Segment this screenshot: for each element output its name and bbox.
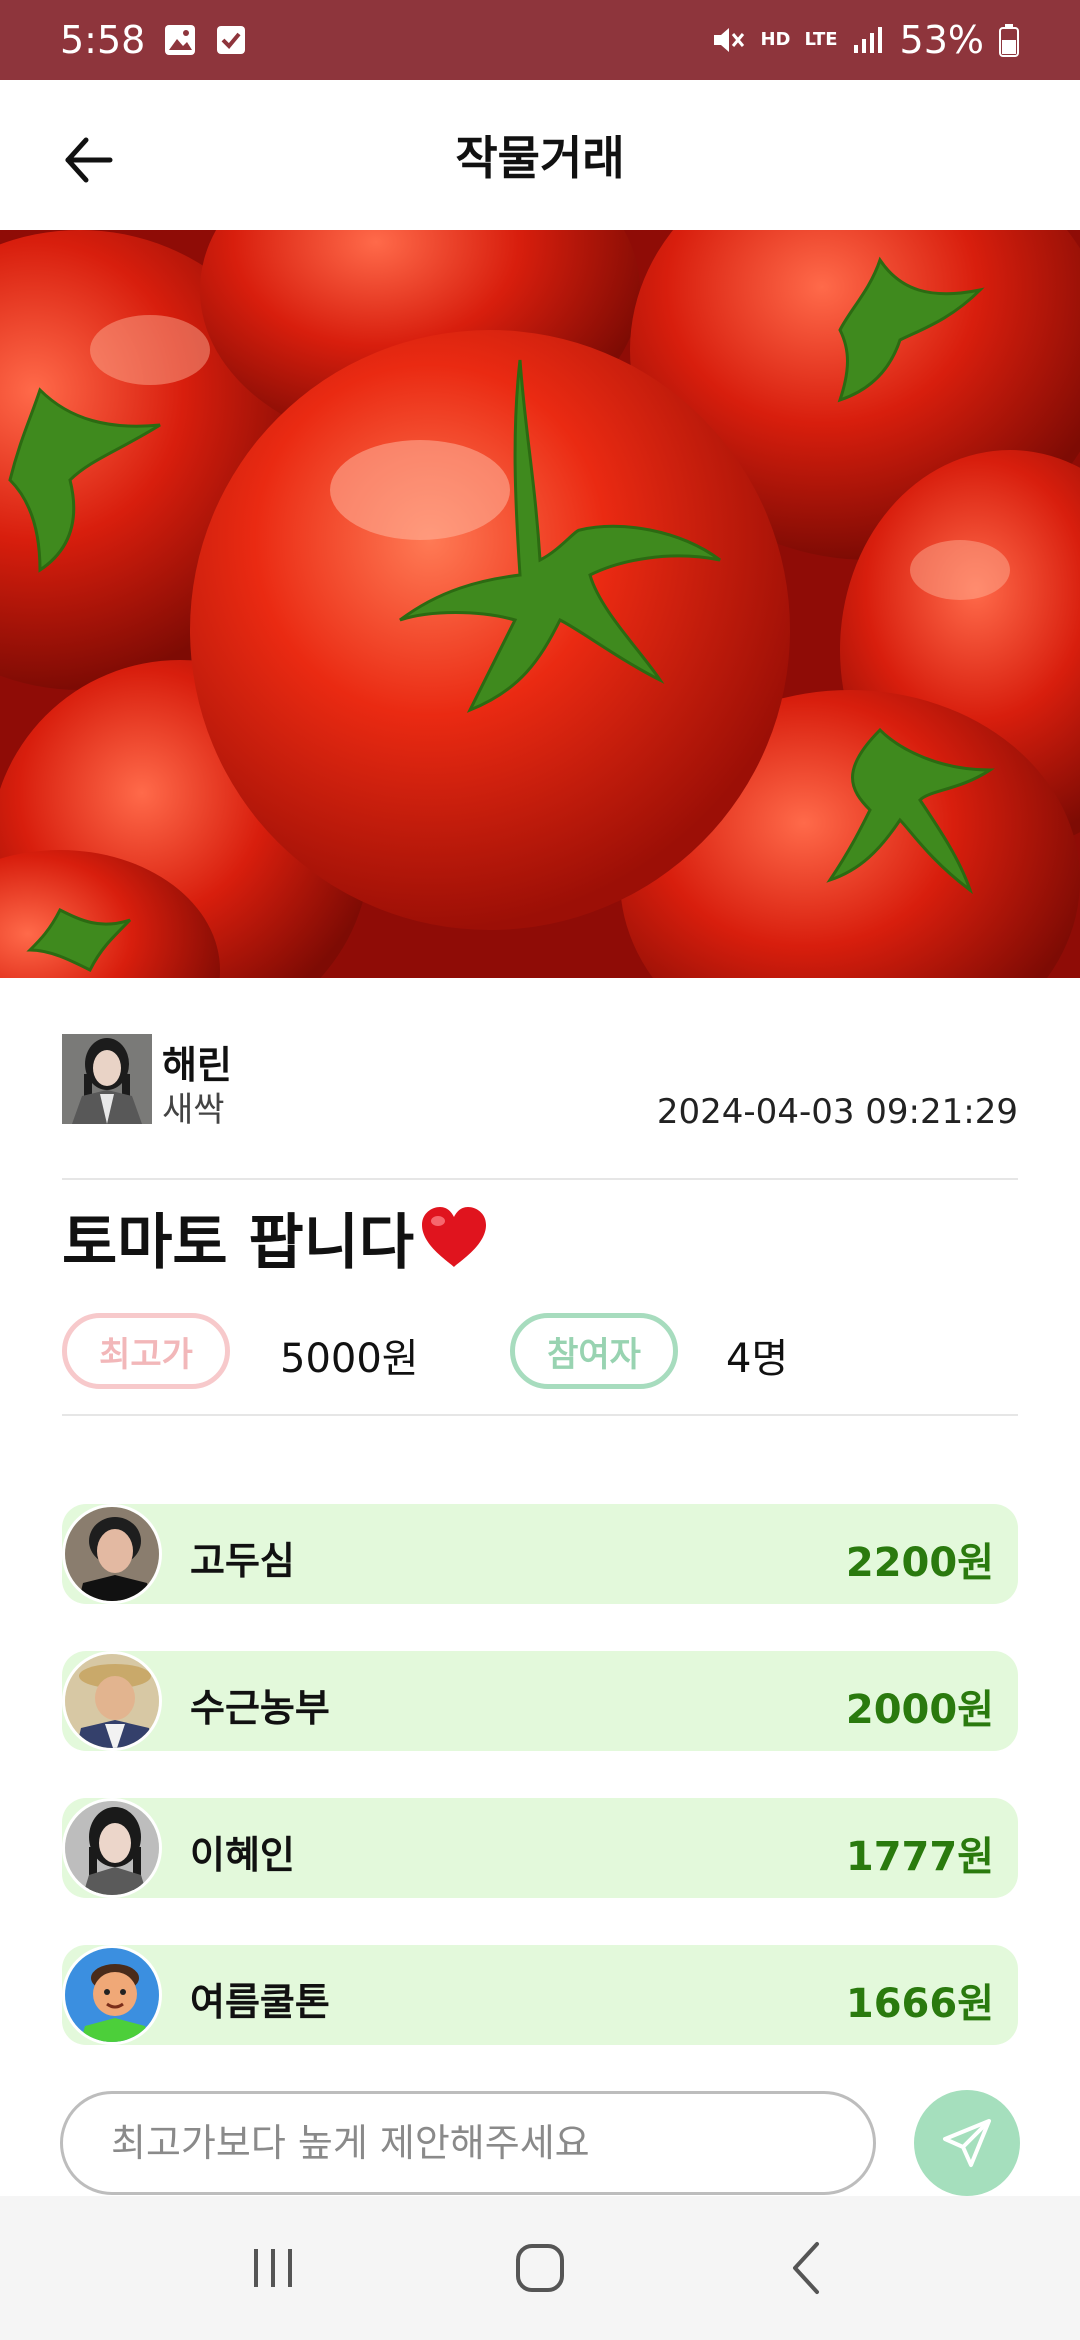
heart-icon [418, 1205, 490, 1271]
chevron-left-icon [792, 2242, 819, 2294]
lte-indicator: LTE [804, 31, 837, 49]
recent-apps-icon [254, 2249, 293, 2287]
navigation-bar [0, 2196, 1080, 2340]
seller-name: 해린 [162, 1043, 232, 1087]
bid-row[interactable]: 여름쿨톤 1666원 [62, 1945, 1018, 2045]
post-title: 토마토 팝니다 [62, 1194, 490, 1281]
mute-icon [710, 23, 746, 57]
participants-badge: 참여자 [510, 1313, 678, 1389]
divider [62, 1414, 1018, 1416]
gallery-icon [163, 23, 197, 57]
bidder-avatar [62, 1798, 162, 1898]
lte-label: LTE [804, 29, 838, 50]
status-time: 5:58 [60, 18, 146, 62]
seller-grade: 새싹 [162, 1090, 225, 1130]
arrow-left-icon [65, 137, 113, 183]
screen: 5:58 HD LTE 53% 작물거래 해린 새싹 2024-04-03 09… [0, 0, 1080, 2340]
bid-amount: 2000원 [845, 1687, 994, 1733]
bid-amount: 1666원 [845, 1981, 994, 2027]
home-button[interactable] [490, 2218, 590, 2318]
bidder-avatar [62, 1945, 162, 2045]
recent-apps-button[interactable] [223, 2218, 323, 2318]
bid-row[interactable]: 이혜인 1777원 [62, 1798, 1018, 1898]
bidder-avatar [62, 1651, 162, 1751]
bidder-name: 수근농부 [190, 1686, 330, 1730]
participants-value: 4명 [726, 1336, 789, 1382]
send-button[interactable] [914, 2090, 1020, 2196]
seller-avatar[interactable] [62, 1034, 152, 1124]
home-icon [515, 2244, 564, 2292]
offer-input[interactable] [60, 2091, 876, 2195]
bidder-name: 이혜인 [190, 1833, 295, 1877]
product-image [0, 230, 1080, 978]
bidder-name: 고두심 [190, 1539, 295, 1583]
nav-back-button[interactable] [757, 2218, 857, 2318]
bidder-avatar [62, 1504, 162, 1604]
bid-amount: 2200원 [845, 1540, 994, 1586]
bidder-name: 여름쿨톤 [190, 1980, 330, 2024]
checkbox-icon [215, 24, 247, 56]
bid-row[interactable]: 수근농부 2000원 [62, 1651, 1018, 1751]
send-icon [943, 2119, 991, 2167]
battery-percent: 53% [899, 18, 984, 62]
max-price-value: 5000원 [280, 1336, 419, 1382]
app-header: 작물거래 [0, 80, 1080, 230]
divider [62, 1178, 1018, 1180]
hd-voice-indicator: HD [760, 31, 790, 49]
post-title-text: 토마토 팝니다 [62, 1208, 415, 1278]
signal-icon [852, 25, 886, 55]
post-date: 2024-04-03 09:21:29 [656, 1092, 1018, 1132]
back-button[interactable] [60, 125, 140, 195]
bid-amount: 1777원 [845, 1834, 994, 1880]
battery-icon [998, 23, 1020, 57]
hd-label: HD [760, 29, 791, 50]
bid-row[interactable]: 고두심 2200원 [62, 1504, 1018, 1604]
max-price-badge: 최고가 [62, 1313, 230, 1389]
page-title: 작물거래 [455, 131, 625, 185]
status-bar: 5:58 HD LTE 53% [0, 0, 1080, 80]
